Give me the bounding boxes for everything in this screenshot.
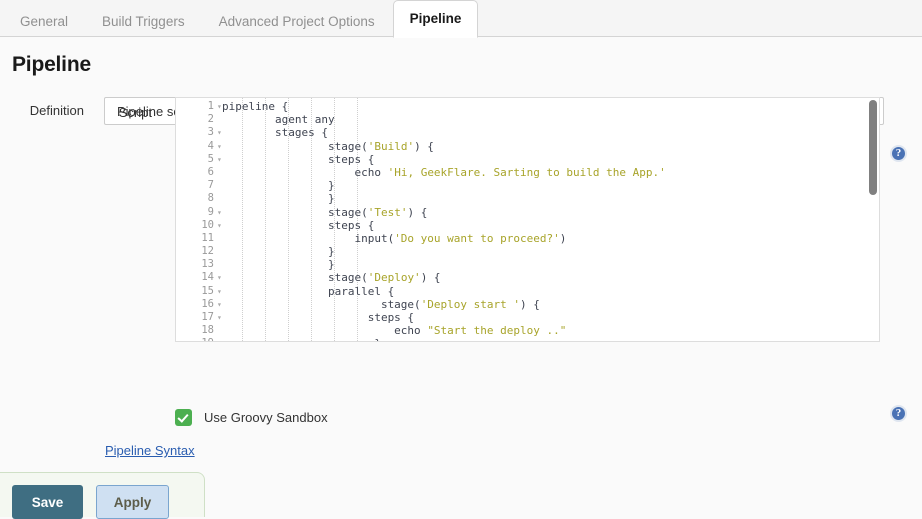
line-number: 6 [207, 165, 214, 178]
groovy-sandbox-row: Use Groovy Sandbox [175, 409, 328, 426]
line-number: 4 [207, 139, 214, 152]
line-number: 2 [207, 113, 214, 126]
code-text: agent any [222, 113, 335, 127]
code-text: stage('Deploy start ') { [222, 297, 540, 311]
tab-list: General Build Triggers Advanced Project Op… [0, 0, 922, 38]
line-number: 5 [207, 152, 214, 165]
line-number: 3 [207, 126, 214, 139]
script-editor[interactable]: 1 ▾ pipeline {2 agent any 3 ▾ stages {4 ▾ sta… [175, 97, 880, 342]
code-text: input('Do you want to proceed?') [222, 231, 567, 245]
code-line: 15 ▾ parallel { [176, 285, 879, 298]
line-number: 8 [207, 192, 214, 205]
code-text: stage('Deploy') { [222, 271, 441, 285]
pipeline-syntax-link[interactable]: Pipeline Syntax [105, 443, 195, 458]
save-button[interactable]: Save [12, 485, 83, 519]
script-label: Script [118, 105, 152, 120]
code-line: 9 ▾ stage('Test') { [176, 206, 879, 219]
code-line: 1 ▾ pipeline { [176, 100, 879, 113]
script-editor-viewport: 1 ▾ pipeline {2 agent any 3 ▾ stages {4 ▾ sta… [176, 98, 879, 341]
groovy-sandbox-label: Use Groovy Sandbox [204, 410, 328, 425]
line-number: 12 [201, 245, 214, 258]
code-text: steps { [222, 311, 415, 324]
code-line: 3 ▾ stages { [176, 126, 879, 139]
code-line: 14 ▾ stage('Deploy') { [176, 271, 879, 284]
apply-button[interactable]: Apply [96, 485, 169, 519]
code-line: 18 echo "Start the deploy .." [176, 324, 879, 337]
line-number: 11 [201, 231, 214, 244]
line-number: 1 [207, 100, 214, 112]
help-icon-sandbox[interactable] [890, 405, 907, 422]
code-line: 19 } [176, 337, 879, 341]
code-line: 11 input('Do you want to proceed?') [176, 232, 879, 245]
code-line: 2 agent any [176, 113, 879, 126]
code-line: 4 ▾ stage('Build') { [176, 140, 879, 153]
code-text: } [222, 337, 381, 341]
code-line: 5 ▾ steps { [176, 153, 879, 166]
line-number: 19 [176, 337, 216, 341]
tab-pipeline[interactable]: Pipeline [392, 0, 479, 38]
line-number: 16 [201, 297, 214, 310]
code-text: } [222, 258, 335, 272]
editor-scrollbar-thumb[interactable] [869, 100, 877, 195]
code-text: stage('Build') { [222, 139, 434, 153]
code-text: steps { [222, 218, 375, 232]
code-text: stages { [222, 126, 328, 140]
code-line: 17 ▾ steps { [176, 311, 879, 324]
code-text: pipeline { [222, 100, 289, 113]
code-line: 16 ▾ stage('Deploy start ') { [176, 298, 879, 311]
code-line: 8 } [176, 192, 879, 205]
code-line: 13 } [176, 258, 879, 271]
editor-scrollbar-track[interactable] [866, 98, 879, 341]
pipeline-config-panel: Pipeline Definition Pipeline scriptPipel… [0, 37, 922, 519]
help-icon-script[interactable] [890, 145, 907, 162]
tab-advanced-project-options[interactable]: Advanced Project Options [203, 7, 391, 37]
code-text: } [222, 245, 335, 259]
line-number: 17 [201, 311, 214, 323]
tab-general[interactable]: General [4, 7, 84, 37]
line-number: 14 [201, 271, 214, 284]
code-line: 6 echo 'Hi, GeekFlare. Sarting to build … [176, 166, 879, 179]
code-text: parallel { [222, 284, 395, 298]
code-text: steps { [222, 152, 375, 166]
code-text: } [222, 179, 335, 193]
groovy-sandbox-checkbox[interactable] [175, 409, 192, 426]
code-line: 12 } [176, 245, 879, 258]
code-text: stage('Test') { [222, 205, 428, 219]
code-line: 7 } [176, 179, 879, 192]
line-number: 13 [201, 258, 214, 271]
code-text: } [222, 192, 335, 206]
script-row: Script 1 ▾ pipeline {2 agent any 3 ▾ stages … [0, 97, 922, 343]
code-text: echo "Start the deploy .." [222, 324, 567, 338]
line-number: 18 [201, 324, 214, 337]
line-number: 9 [207, 205, 214, 218]
line-number: 7 [207, 179, 214, 192]
form-button-bar: Save Apply [0, 472, 205, 519]
code-line: 10 ▾ steps { [176, 219, 879, 232]
tab-bar: General Build Triggers Advanced Project Op… [0, 0, 922, 38]
code-text: echo 'Hi, GeekFlare. Sarting to build th… [222, 165, 666, 179]
line-number: 15 [201, 284, 214, 297]
page-title: Pipeline [12, 53, 91, 76]
line-number: 10 [201, 218, 214, 231]
tab-build-triggers[interactable]: Build Triggers [86, 7, 201, 37]
code-lines: 1 ▾ pipeline {2 agent any 3 ▾ stages {4 ▾ sta… [176, 100, 879, 341]
